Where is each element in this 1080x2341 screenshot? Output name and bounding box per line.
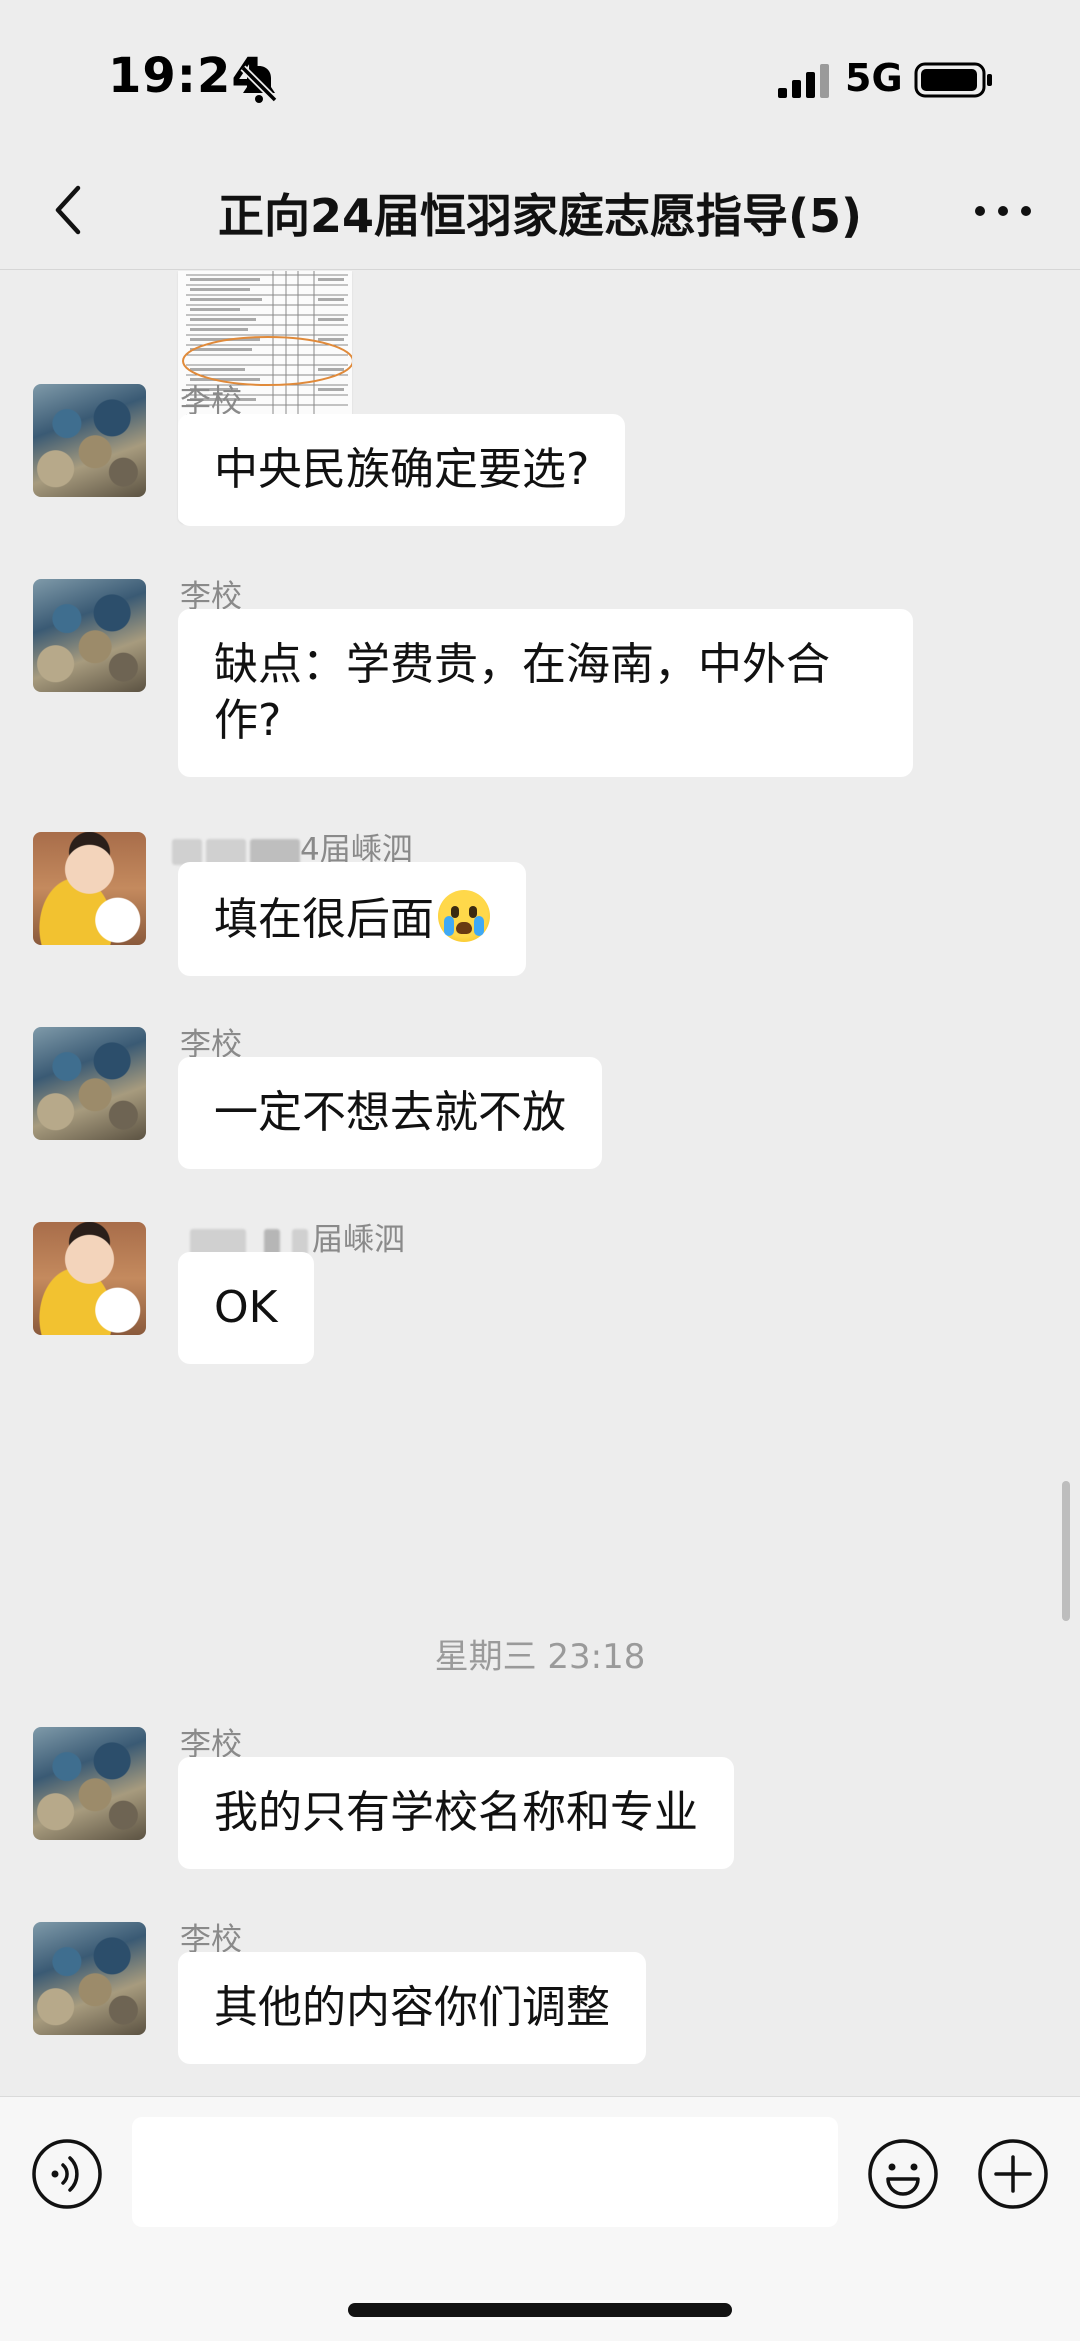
chat-header: 正向24届恒羽家庭志愿指导(5) xyxy=(0,150,1080,270)
battery-icon xyxy=(914,62,992,98)
signal-icon xyxy=(778,64,829,98)
voice-icon[interactable] xyxy=(30,2137,104,2211)
chevron-left-icon[interactable] xyxy=(40,178,100,242)
network-label: 5G xyxy=(845,56,903,100)
bell-slash-icon xyxy=(240,65,278,103)
more-dots-icon[interactable] xyxy=(968,186,1038,236)
avatar[interactable] xyxy=(33,832,146,945)
redacted-name xyxy=(292,1228,308,1255)
message-input[interactable] xyxy=(132,2117,838,2227)
message-bubble[interactable]: 填在很后面 xyxy=(178,862,526,976)
plus-circle-icon[interactable] xyxy=(976,2137,1050,2211)
redacted-name xyxy=(250,838,300,865)
redacted-name xyxy=(172,838,202,865)
avatar[interactable] xyxy=(33,1027,146,1140)
crying-emoji-icon xyxy=(438,890,490,942)
emoji-icon[interactable] xyxy=(866,2137,940,2211)
chat-messages[interactable]: 李校 中央民族确定要选? 李校 缺点：学费贵，在海南，中外合作? 4届嵊泗 填在… xyxy=(0,271,1080,2096)
message-bubble[interactable]: 中央民族确定要选? xyxy=(178,414,626,526)
message-bubble[interactable]: 我的只有学校名称和专业 xyxy=(178,1757,734,1869)
message-text: 填在很后面 xyxy=(214,894,434,945)
sender-name-text: 届嵊泗 xyxy=(312,1222,405,1258)
redacted-name xyxy=(190,1228,246,1255)
message-bubble[interactable]: 一定不想去就不放 xyxy=(178,1057,602,1169)
scrollbar[interactable] xyxy=(1062,1481,1070,1621)
timestamp-divider: 星期三 23:18 xyxy=(434,1637,646,1677)
avatar[interactable] xyxy=(33,1222,146,1335)
redacted-name xyxy=(264,1228,280,1255)
avatar[interactable] xyxy=(33,384,146,497)
avatar[interactable] xyxy=(33,1922,146,2035)
avatar[interactable] xyxy=(33,1727,146,1840)
avatar[interactable] xyxy=(33,579,146,692)
redacted-name xyxy=(206,838,246,865)
home-indicator[interactable] xyxy=(348,2303,732,2317)
status-bar: 19:24 5G xyxy=(0,0,1080,150)
chat-title: 正向24届恒羽家庭志愿指导(5) xyxy=(217,189,863,243)
message-bubble[interactable]: 缺点：学费贵，在海南，中外合作? xyxy=(178,609,913,777)
message-bubble[interactable]: 其他的内容你们调整 xyxy=(178,1952,646,2064)
message-bubble[interactable]: OK xyxy=(178,1252,314,1364)
